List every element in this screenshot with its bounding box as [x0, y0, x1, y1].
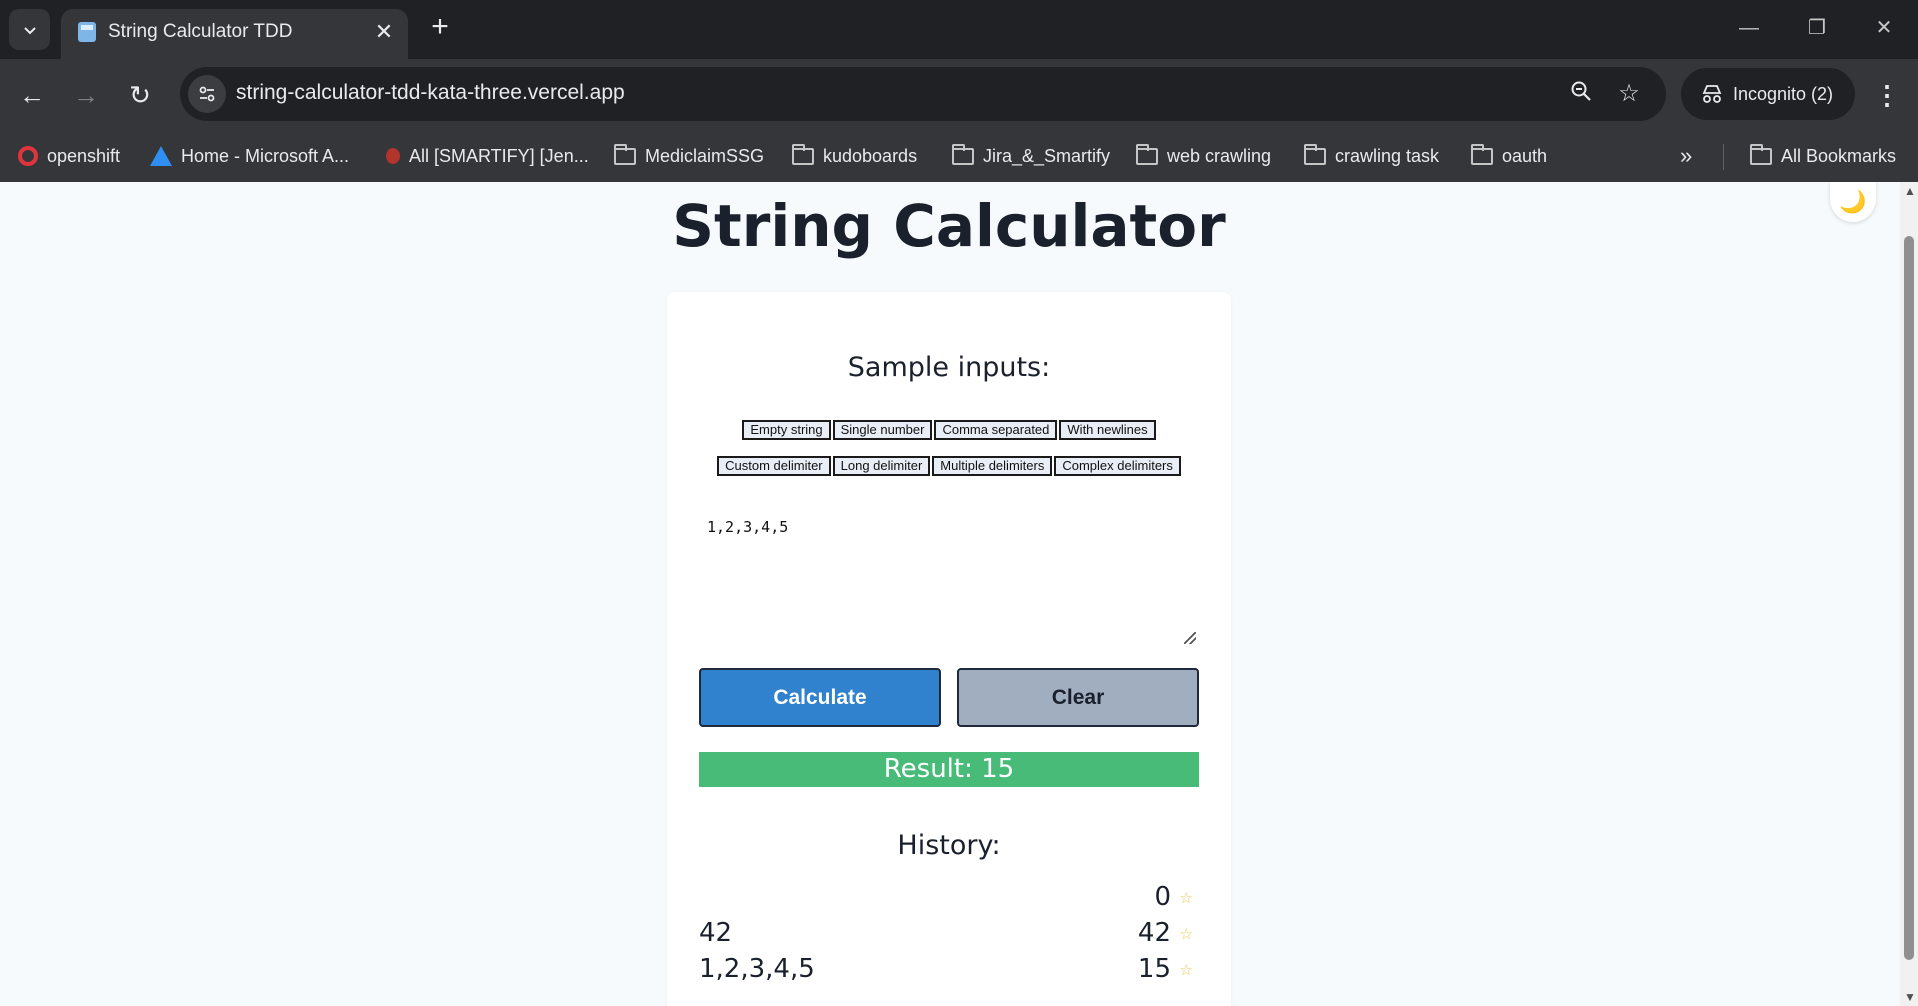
folder-icon: [1471, 143, 1493, 165]
history-item: 1,2,3,4,5 15 ☆: [699, 954, 1199, 990]
bookmarks-bar: openshift Home - Microsoft A... All [SMA…: [0, 130, 1918, 182]
sample-buttons-row-2: Custom delimiter Long delimiter Multiple…: [667, 456, 1231, 476]
tab-search-button[interactable]: [9, 9, 50, 50]
history-heading: History:: [897, 830, 1001, 861]
back-icon[interactable]: ←: [14, 77, 50, 113]
bookmark-microsoft[interactable]: Home - Microsoft A...: [150, 138, 349, 174]
bookmark-kudoboards[interactable]: kudoboards: [792, 138, 917, 174]
page-viewport: 🌙 String Calculator Sample inputs: Empty…: [0, 182, 1918, 1006]
scroll-down-arrow-icon[interactable]: ▼: [1904, 990, 1916, 1004]
scroll-up-arrow-icon[interactable]: ▲: [1904, 184, 1916, 198]
site-info-icon[interactable]: [188, 75, 226, 113]
bookmark-smartify[interactable]: All [SMARTIFY] [Jen...: [386, 138, 589, 174]
history-item: 0 ☆: [699, 882, 1199, 918]
incognito-label: Incognito (2): [1733, 83, 1834, 104]
close-window-icon[interactable]: ✕: [1864, 12, 1904, 44]
bookmark-oauth[interactable]: oauth: [1471, 138, 1547, 174]
history-item: 42 42 ☆: [699, 918, 1199, 954]
resize-handle-icon[interactable]: [1184, 632, 1196, 644]
sample-with-newlines-button[interactable]: With newlines: [1059, 420, 1156, 440]
calculator-card: Sample inputs: Empty string Single numbe…: [667, 292, 1231, 1006]
openshift-logo-icon: [18, 146, 38, 166]
calculate-button[interactable]: Calculate: [699, 668, 941, 727]
samples-heading: Sample inputs:: [847, 352, 1051, 383]
folder-icon: [952, 143, 974, 165]
bookmark-star-icon[interactable]: ☆: [1614, 79, 1644, 109]
history-result: 0: [1154, 882, 1171, 912]
forward-icon[interactable]: →: [68, 77, 104, 113]
folder-icon: [1136, 143, 1158, 165]
reload-icon[interactable]: ↻: [122, 77, 158, 113]
folder-icon: [614, 143, 636, 165]
vertical-scrollbar[interactable]: ▲ ▼: [1900, 182, 1918, 1006]
bookmark-jira-smartify[interactable]: Jira_&_Smartify: [952, 138, 1110, 174]
star-icon[interactable]: ☆: [1180, 961, 1193, 979]
result-banner: Result: 15: [699, 752, 1199, 787]
scrollbar-thumb[interactable]: [1904, 236, 1914, 960]
folder-icon: [792, 143, 814, 165]
sample-single-number-button[interactable]: Single number: [832, 420, 933, 440]
new-tab-button[interactable]: +: [424, 12, 456, 44]
close-tab-icon[interactable]: ✕: [372, 20, 396, 44]
calculator-favicon-icon: [78, 22, 96, 42]
zoom-icon[interactable]: [1566, 79, 1596, 109]
bookmark-mediclaimssg[interactable]: MediclaimSSG: [614, 138, 764, 174]
sample-complex-delimiters-button[interactable]: Complex delimiters: [1054, 456, 1181, 476]
url-text: string-calculator-tdd-kata-three.vercel.…: [236, 81, 625, 104]
sample-long-delimiter-button[interactable]: Long delimiter: [832, 456, 931, 476]
tab-bar: String Calculator TDD ✕ + — ❐ ✕: [0, 0, 1918, 59]
kebab-menu-icon[interactable]: ⋮: [1872, 77, 1902, 113]
history-result: 15: [1137, 954, 1171, 984]
azure-logo-icon: [150, 146, 172, 166]
bookmark-crawling-task[interactable]: crawling task: [1304, 138, 1439, 174]
star-icon[interactable]: ☆: [1180, 925, 1193, 943]
history-input: 42: [699, 918, 733, 948]
sample-empty-string-button[interactable]: Empty string: [742, 420, 831, 440]
clear-button[interactable]: Clear: [957, 668, 1199, 727]
jenkins-logo-icon: [386, 148, 400, 164]
sample-multiple-delimiters-button[interactable]: Multiple delimiters: [932, 456, 1053, 476]
star-icon[interactable]: ☆: [1180, 889, 1193, 907]
minimize-icon[interactable]: —: [1729, 12, 1769, 44]
address-bar[interactable]: string-calculator-tdd-kata-three.vercel.…: [180, 67, 1666, 121]
active-tab[interactable]: String Calculator TDD ✕: [61, 9, 408, 59]
incognito-button[interactable]: Incognito (2): [1681, 68, 1855, 120]
all-bookmarks-button[interactable]: All Bookmarks: [1750, 138, 1896, 174]
sample-buttons-row-1: Empty string Single number Comma separat…: [667, 420, 1231, 440]
incognito-icon: [1702, 85, 1722, 103]
history-input: 1,2,3,4,5: [699, 954, 815, 984]
history-result: 42: [1137, 918, 1171, 948]
more-bookmarks-chevron-icon[interactable]: »: [1680, 138, 1692, 174]
folder-icon: [1304, 143, 1326, 165]
sample-custom-delimiter-button[interactable]: Custom delimiter: [717, 456, 831, 476]
numbers-input-textarea[interactable]: 1,2,3,4,5: [707, 518, 1183, 638]
tab-title: String Calculator TDD: [108, 21, 293, 42]
bookmark-openshift[interactable]: openshift: [18, 138, 120, 174]
browser-toolbar: ← → ↻ string-calculator-tdd-kata-three.v…: [0, 59, 1918, 130]
bookmark-web-crawling[interactable]: web crawling: [1136, 138, 1271, 174]
sample-comma-separated-button[interactable]: Comma separated: [934, 420, 1058, 440]
folder-icon: [1750, 143, 1772, 165]
bookmarks-divider: [1723, 144, 1724, 170]
page-title: String Calculator: [672, 192, 1226, 260]
restore-icon[interactable]: ❐: [1797, 12, 1837, 44]
chevron-down-icon: [23, 26, 36, 34]
